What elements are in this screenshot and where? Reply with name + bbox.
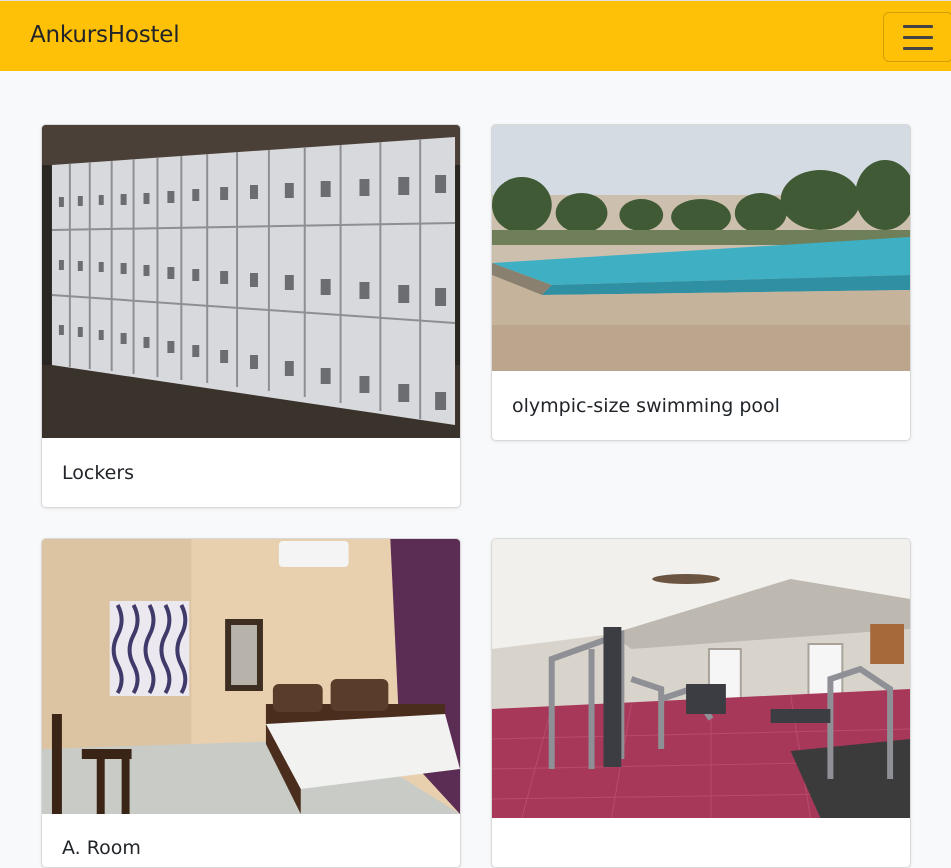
lockers-photo: [42, 125, 460, 438]
navbar-toggle-button[interactable]: [883, 12, 951, 62]
facility-card-swimming-pool[interactable]: olympic-size swimming pool: [491, 124, 911, 441]
brand-link[interactable]: AnkursHostel: [30, 22, 180, 48]
navbar: AnkursHostel: [0, 0, 951, 71]
card-title: A. Room: [62, 837, 141, 859]
hostel-room-photo: [42, 539, 460, 814]
swimming-pool-photo: [492, 125, 910, 371]
gym-photo: [492, 539, 910, 818]
card-title: olympic-size swimming pool: [512, 395, 780, 417]
card-title: Lockers: [62, 462, 135, 484]
facility-card-gym[interactable]: [491, 538, 911, 868]
facility-card-room[interactable]: A. Room: [41, 538, 461, 868]
facility-card-lockers[interactable]: Lockers: [41, 124, 461, 508]
